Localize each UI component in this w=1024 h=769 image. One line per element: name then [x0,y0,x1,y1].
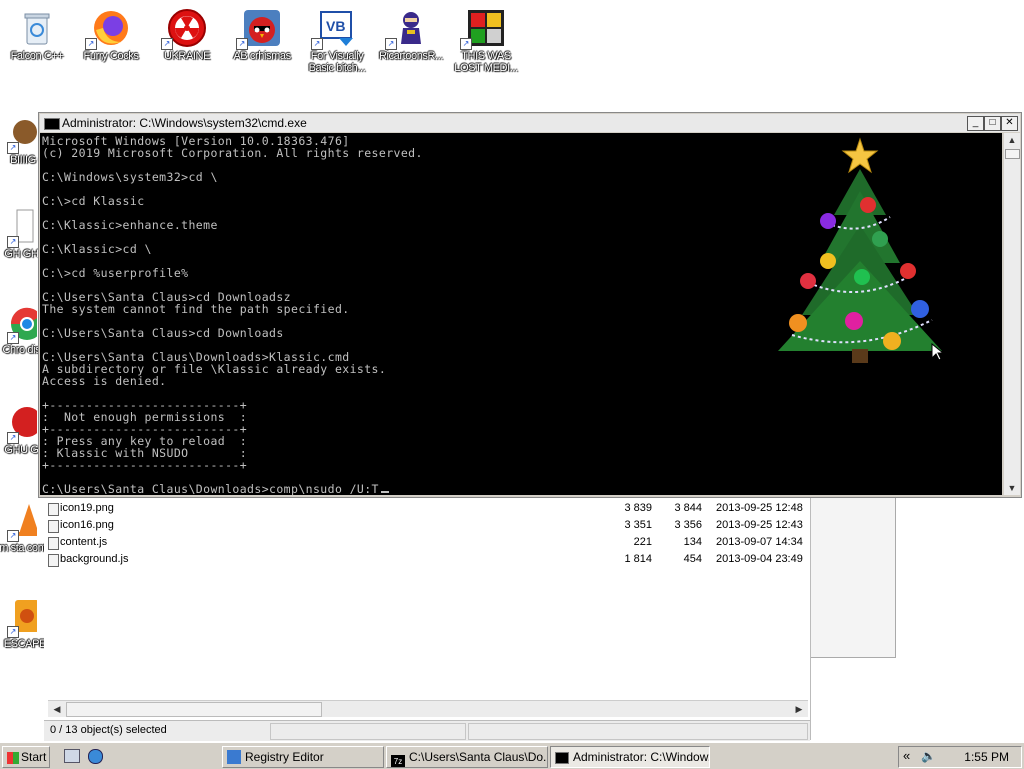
desktop-icon-label: THIS WAS LOST MEDI... [454,50,518,74]
volume-icon[interactable]: 🔈 [921,749,936,763]
file-name: background.js [60,553,129,565]
document-icon: ↗ [0,206,37,248]
cmd-icon [555,752,569,764]
taskbar-item-7zip[interactable]: 7z C:\Users\Santa Claus\Do... [386,746,548,768]
taskbar-item-label: Administrator: C:\Window... [573,750,710,764]
text-cursor [380,491,389,493]
cmd-titlebar[interactable]: Administrator: C:\Windows\system32\cmd.e… [40,114,1020,132]
file-date: 2013-09-25 12:48 [716,502,803,514]
svg-text:VB: VB [326,18,345,34]
horizontal-scrollbar[interactable]: ◀ ▶ [48,700,808,717]
file-packed-size: 3 356 [674,519,702,531]
start-label: Start [21,750,47,764]
status-segment [468,723,808,740]
taskbar-item-label: C:\Users\Santa Claus\Do... [409,750,548,764]
file-name: icon16.png [60,519,114,531]
recycle-icon [17,8,57,48]
vertical-scrollbar[interactable]: ▲ ▼ [1004,133,1020,495]
file-name: icon19.png [60,502,114,514]
red-app-icon: ↗ [0,402,42,444]
close-button[interactable]: ✕ [1001,116,1018,131]
vlc-icon: ↗ [0,500,39,542]
scroll-right-arrow-icon[interactable]: ▶ [792,702,806,716]
taskbar: Start Registry Editor 7z C:\Users\Santa C… [0,742,1024,769]
clock[interactable]: 1:55 PM [964,750,1009,764]
desktop-icon-visual-basic[interactable]: VB ↗ For Visually Basic bitch... [300,2,374,74]
chrome-icon: ↗ [0,302,43,344]
scroll-up-arrow-icon[interactable]: ▲ [1004,133,1020,147]
file-name: content.js [60,536,108,548]
file-packed-size: 3 844 [674,502,702,514]
desktop-icon-label: AB crhismas [233,50,291,62]
media-icon: ↗ [460,8,506,50]
taskbar-item-label: Registry Editor [245,750,324,764]
file-icon [48,503,59,516]
christmas-tree-image [778,137,942,363]
file-date: 2013-09-04 23:49 [716,553,803,565]
cmd-icon [44,118,60,130]
desktop-icon-label: UKRAINE [163,50,211,62]
taskbar-item-cmd[interactable]: Administrator: C:\Window... [550,746,710,768]
registry-icon [227,750,241,764]
file-icon [48,554,59,567]
minimize-button[interactable]: _ [967,116,984,131]
scrollbar-thumb[interactable] [1005,149,1020,159]
desktop-icon-lost-media[interactable]: ↗ THIS WAS LOST MEDI... [449,2,523,74]
file-row[interactable]: background.js 1 814 454 2013-09-04 23:49 [48,551,808,568]
angry-bird-icon: ↗ [236,8,282,50]
scroll-down-arrow-icon[interactable]: ▼ [1004,481,1020,495]
cmd-title: Administrator: C:\Windows\system32\cmd.e… [62,116,307,130]
file-packed-size: 134 [683,536,702,548]
orange-app-icon: ↗ [0,596,39,638]
taskbar-item-registry-editor[interactable]: Registry Editor [222,746,384,768]
file-packed-size: 454 [683,553,702,565]
desktop-icon-ricartoons[interactable]: ↗ RicartoonsR... [374,2,448,62]
windows-logo-icon [7,752,19,764]
firefox-icon: ↗ [85,8,131,50]
desktop-icon-ukraine[interactable]: ↗ UKRAINE [150,2,224,62]
quick-launch-desktop-icon[interactable] [64,749,80,763]
file-date: 2013-09-25 12:43 [716,519,803,531]
background-window[interactable] [810,492,896,658]
vb-icon: VB ↗ [311,8,357,50]
quick-launch-ie-icon[interactable] [88,749,103,764]
maximize-button[interactable]: □ [984,116,1001,131]
file-row[interactable]: content.js 221 134 2013-09-07 14:34 [48,534,808,551]
desktop-icon-label: Falcon C++ [10,50,64,62]
tray-expand-icon[interactable]: « [903,748,910,763]
7zip-icon: 7z [391,755,405,767]
desktop-icon-firefox[interactable]: ↗ Furry Cocks [74,2,148,62]
scroll-left-arrow-icon[interactable]: ◀ [50,702,64,716]
scrollbar-thumb[interactable] [66,702,322,717]
ninja-icon: ↗ [385,8,431,50]
desktop-icon-label: Furry Cocks [83,50,139,62]
desktop-icon-label: RicartoonsR... [378,50,444,62]
file-row[interactable]: icon16.png 3 351 3 356 2013-09-25 12:43 [48,517,808,534]
status-segment [270,723,466,740]
cmd-window[interactable]: Administrator: C:\Windows\system32\cmd.e… [38,112,1022,498]
system-tray: « 🔈 1:55 PM [898,746,1022,768]
file-icon [48,520,59,533]
desktop-icon-label: For Visually Basic bitch... [308,50,366,74]
desktop-icon-angry-birds[interactable]: ↗ AB crhismas [225,2,299,62]
mouse-cursor-icon [931,343,943,361]
desktop-icon-falcon[interactable]: Falcon C++ [0,2,74,62]
game-icon: ↗ [0,112,37,154]
file-row[interactable]: icon19.png 3 839 3 844 2013-09-25 12:48 [48,500,808,517]
start-button[interactable]: Start [2,746,50,768]
radiation-icon: ↗ [161,8,207,50]
status-bar: 0 / 13 object(s) selected [44,720,810,741]
file-icon [48,537,59,550]
file-date: 2013-09-07 14:34 [716,536,803,548]
selection-status: 0 / 13 object(s) selected [50,724,167,736]
console-output[interactable]: Microsoft Windows [Version 10.0.18363.47… [40,133,1002,495]
